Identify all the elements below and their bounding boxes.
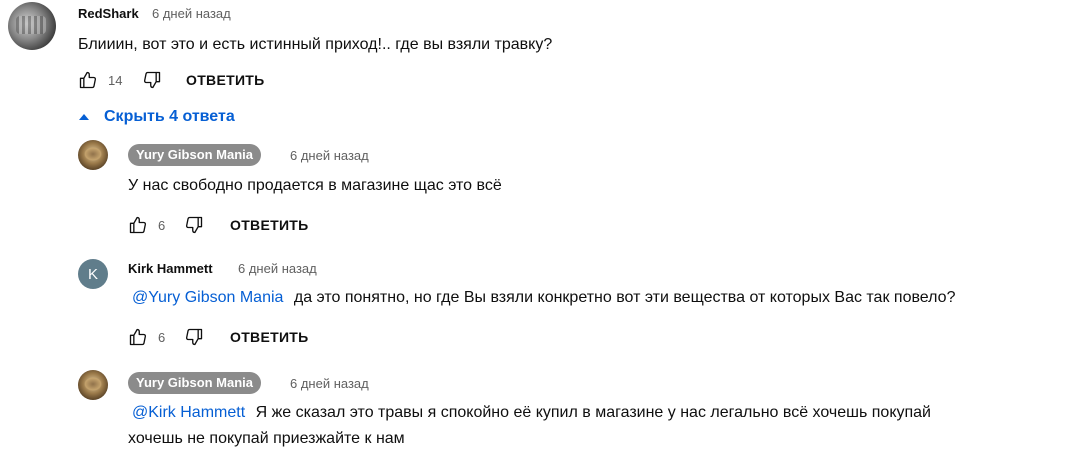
thumbs-down-icon [143, 71, 161, 89]
like-button[interactable] [126, 325, 150, 349]
mention-link[interactable]: @Yury Gibson Mania [132, 289, 283, 306]
reply-yury-1: Yury Gibson Mania 6 дней назад У нас сво… [0, 138, 1072, 248]
dislike-button[interactable] [182, 325, 206, 349]
comment-author-badge[interactable]: Yury Gibson Mania [128, 144, 262, 166]
thumbs-up-icon [129, 216, 147, 234]
reply-button[interactable]: ОТВЕТИТЬ [230, 217, 309, 233]
mention-link[interactable]: @Kirk Hammett [132, 404, 245, 421]
comment-timestamp[interactable]: 6 дней назад [152, 6, 231, 21]
like-button[interactable] [76, 68, 100, 92]
dislike-button[interactable] [140, 68, 164, 92]
avatar-letter: K [87, 265, 98, 283]
comment-actions: 14 ОТВЕТИТЬ [76, 68, 265, 92]
like-button[interactable] [126, 213, 150, 237]
hide-replies-label: Скрыть 4 ответа [104, 108, 235, 125]
like-count: 14 [108, 72, 123, 88]
comment-text: Блииин, вот это и есть истинный приход!.… [78, 36, 553, 53]
comment-text-row: @Yury Gibson Mania да это понятно, но гд… [132, 287, 955, 309]
avatar[interactable]: K [78, 259, 108, 289]
comment-author[interactable]: Kirk Hammett [128, 261, 213, 276]
avatar[interactable] [78, 370, 108, 400]
thumbs-down-icon [185, 216, 203, 234]
comment-actions: 6 ОТВЕТИТЬ [126, 325, 309, 349]
comment-author-badge[interactable]: Yury Gibson Mania [128, 372, 262, 394]
comment-text: да это понятно, но где Вы взяли конкретн… [293, 289, 956, 306]
reply-kirk: K Kirk Hammett 6 дней назад @Yury Gibson… [0, 255, 1072, 365]
thumbs-down-icon [185, 328, 203, 346]
avatar[interactable] [78, 140, 108, 170]
dislike-button[interactable] [182, 213, 206, 237]
thumbs-up-icon [79, 71, 97, 89]
comment-timestamp[interactable]: 6 дней назад [290, 376, 369, 391]
comment-redshark: RedShark 6 дней назад Блииин, вот это и … [0, 0, 1072, 100]
comment-text: У нас свободно продается в магазине щас … [128, 177, 502, 194]
reply-yury-2: Yury Gibson Mania 6 дней назад @Kirk Ham… [0, 368, 1072, 469]
like-count: 6 [158, 329, 166, 345]
comment-timestamp[interactable]: 6 дней назад [290, 148, 369, 163]
avatar[interactable] [8, 2, 56, 50]
comment-timestamp[interactable]: 6 дней назад [238, 261, 317, 276]
comment-text-continuation: хочешь не покупай приезжайте к нам [128, 430, 405, 447]
like-count: 6 [158, 217, 166, 233]
caret-up-icon [79, 114, 89, 120]
reply-button[interactable]: ОТВЕТИТЬ [186, 72, 265, 88]
comment-text: Я же сказал это травы я спокойно её купи… [255, 404, 931, 421]
comment-author[interactable]: RedShark [78, 6, 139, 21]
comment-text-row: @Kirk Hammett Я же сказал это травы я сп… [132, 402, 931, 424]
reply-button[interactable]: ОТВЕТИТЬ [230, 329, 309, 345]
comment-actions: 6 ОТВЕТИТЬ [126, 213, 309, 237]
hide-replies-button[interactable]: Скрыть 4 ответа [78, 105, 235, 129]
thumbs-up-icon [129, 328, 147, 346]
